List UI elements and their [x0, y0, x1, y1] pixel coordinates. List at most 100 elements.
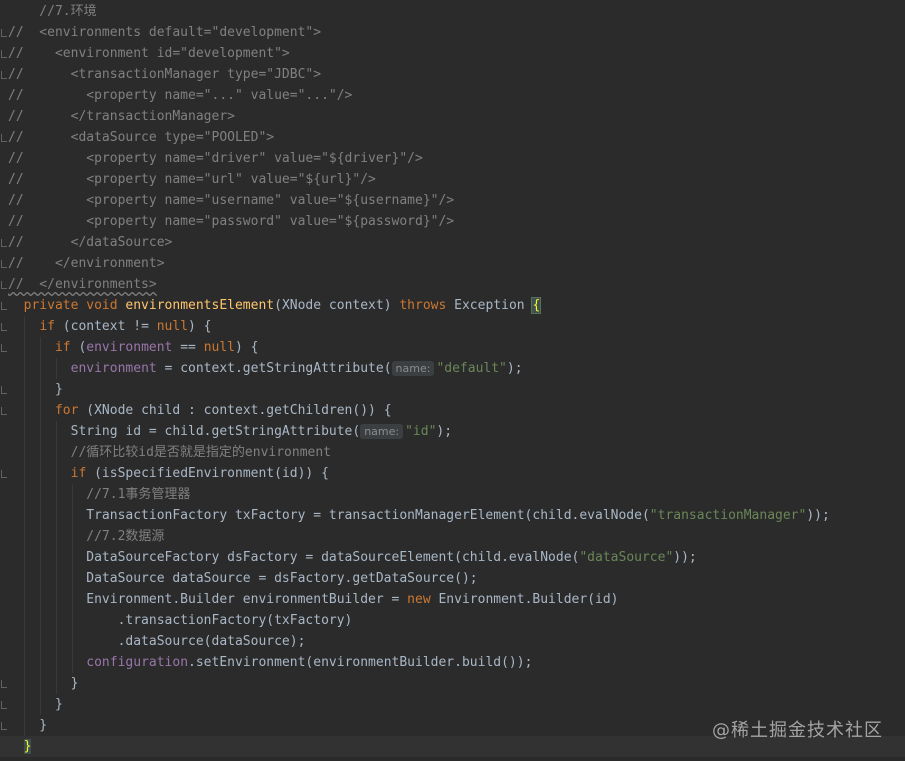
- field-token: configuration: [86, 655, 189, 670]
- code-line[interactable]: }: [0, 694, 905, 715]
- comment-text: // </dataSource>: [8, 235, 173, 250]
- code-text: ==: [172, 340, 204, 355]
- comment-text: //7.2数据源: [8, 529, 165, 544]
- keyword-token: private void: [23, 298, 126, 313]
- comment-text: // <environment id="development">: [8, 46, 290, 61]
- code-text: DataSourceFactory dsFactory = dataSource…: [8, 550, 580, 565]
- string-literal: "dataSource": [579, 550, 674, 565]
- code-line[interactable]: configuration.setEnvironment(environment…: [0, 652, 905, 673]
- code-line[interactable]: // <environment id="development">: [0, 43, 905, 64]
- code-text: .setEnvironment(environmentBuilder.build…: [188, 655, 533, 670]
- code-line[interactable]: //循环比较id是否就是指定的environment: [0, 442, 905, 463]
- comment-text: // <transactionManager type="JDBC">: [8, 67, 322, 82]
- indent-guide: [56, 421, 57, 694]
- indent-guide: [56, 358, 57, 379]
- code-line[interactable]: // </environments>: [0, 274, 905, 295]
- brace-match: }: [23, 739, 32, 754]
- code-text: );: [506, 361, 523, 376]
- code-line[interactable]: if (isSpecifiedEnvironment(id)) {: [0, 463, 905, 484]
- code-line[interactable]: }: [0, 673, 905, 694]
- code-text: = context.getStringAttribute(: [156, 361, 392, 376]
- code-line[interactable]: TransactionFactory txFactory = transacti…: [0, 505, 905, 526]
- parameter-hint: name:: [360, 424, 404, 439]
- code-line[interactable]: // <property name="..." value="..."/>: [0, 85, 905, 106]
- comment-text: // <property name="driver" value="${driv…: [8, 151, 423, 166]
- code-line[interactable]: // <dataSource type="POOLED">: [0, 127, 905, 148]
- string-literal: "id": [405, 424, 437, 439]
- code-line[interactable]: .dataSource(dataSource);: [0, 631, 905, 652]
- indent-guide: [40, 337, 41, 715]
- code-line[interactable]: if (environment == null) {: [0, 337, 905, 358]
- code-line[interactable]: // <property name="password" value="${pa…: [0, 211, 905, 232]
- code-line[interactable]: // <property name="username" value="${us…: [0, 190, 905, 211]
- comment-text: //7.1事务管理器: [8, 487, 191, 502]
- code-line[interactable]: //7.环境: [0, 1, 905, 22]
- code-line[interactable]: // <property name="url" value="${url}"/>: [0, 169, 905, 190]
- keyword-token: throws: [399, 298, 455, 313]
- field-token: environment: [70, 361, 157, 376]
- code-line[interactable]: String id = child.getStringAttribute(nam…: [0, 421, 905, 442]
- string-literal: "transactionManager": [649, 508, 807, 523]
- code-text: }: [8, 676, 79, 691]
- keyword-token: if: [70, 466, 95, 481]
- code-text: Exception: [454, 298, 533, 313]
- comment-text: // <property name="password" value="${pa…: [8, 214, 455, 229]
- code-line[interactable]: // <property name="driver" value="${driv…: [0, 148, 905, 169]
- code-text: (XNode child : context.getChildren()) {: [86, 403, 392, 418]
- code-text: }: [8, 382, 63, 397]
- field-token: environment: [86, 340, 173, 355]
- code-line[interactable]: environment = context.getStringAttribute…: [0, 358, 905, 379]
- code-line[interactable]: // </transactionManager>: [0, 106, 905, 127]
- string-literal: "default": [436, 361, 507, 376]
- indent-guide: [72, 484, 73, 673]
- brace-match: {: [531, 297, 542, 314]
- code-text: .dataSource(dataSource);: [8, 634, 306, 649]
- keyword-token: null: [156, 319, 189, 334]
- code-line[interactable]: //7.1事务管理器: [0, 484, 905, 505]
- code-line[interactable]: }: [0, 379, 905, 400]
- code-text: DataSource dataSource = dsFactory.getDat…: [8, 571, 478, 586]
- code-text: (isSpecifiedEnvironment(id)) {: [94, 466, 329, 481]
- code-text: }: [8, 697, 63, 712]
- comment-text: //7.环境: [8, 4, 97, 19]
- code-line[interactable]: for (XNode child : context.getChildren()…: [0, 400, 905, 421]
- code-line[interactable]: // <environments default="development">: [0, 22, 905, 43]
- code-line[interactable]: .transactionFactory(txFactory): [0, 610, 905, 631]
- code-line[interactable]: private void environmentsElement(XNode c…: [0, 295, 905, 316]
- comment-text: // </transactionManager>: [8, 109, 235, 124]
- code-line[interactable]: Environment.Builder environmentBuilder =…: [0, 589, 905, 610]
- indent-guide: [24, 316, 25, 736]
- code-text: ) {: [188, 319, 212, 334]
- code-text: ));: [806, 508, 830, 523]
- comment-text: // <property name="..." value="..."/>: [8, 88, 353, 103]
- code-line[interactable]: // <transactionManager type="JDBC">: [0, 64, 905, 85]
- comment-text: // <property name="url" value="${url}"/>: [8, 172, 376, 187]
- parameter-hint: name:: [391, 361, 435, 376]
- code-text: }: [8, 718, 48, 733]
- code-text: ));: [673, 550, 697, 565]
- code-line[interactable]: if (context != null) {: [0, 316, 905, 337]
- keyword-token: for: [54, 403, 87, 418]
- comment-text: // <dataSource type="POOLED">: [8, 130, 275, 145]
- watermark: @稀土掘金技术社区: [712, 720, 883, 741]
- code-editor[interactable]: //7.环境 // <environments default="developm…: [0, 0, 905, 761]
- code-text: Environment.Builder environmentBuilder =: [8, 592, 408, 607]
- code-text: .transactionFactory(txFactory): [8, 613, 353, 628]
- code-line[interactable]: DataSource dataSource = dsFactory.getDat…: [0, 568, 905, 589]
- code-line[interactable]: // </environment>: [0, 253, 905, 274]
- code-text: Environment.Builder(id): [438, 592, 619, 607]
- keyword-token: if: [39, 319, 63, 334]
- method-name: environmentsElement: [125, 298, 275, 313]
- code-line[interactable]: //7.2数据源: [0, 526, 905, 547]
- keyword-token: new: [407, 592, 439, 607]
- code-line[interactable]: DataSourceFactory dsFactory = dataSource…: [0, 547, 905, 568]
- code-text: (context !=: [62, 319, 157, 334]
- comment-text: // </environment>: [8, 256, 165, 271]
- code-line[interactable]: // </dataSource>: [0, 232, 905, 253]
- code-text: TransactionFactory txFactory = transacti…: [8, 508, 650, 523]
